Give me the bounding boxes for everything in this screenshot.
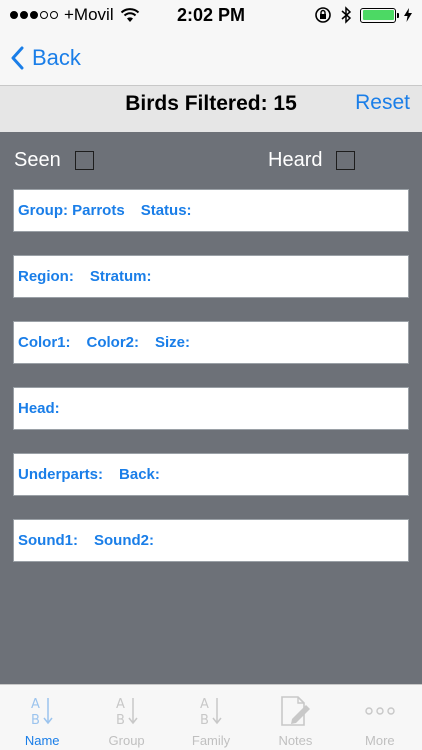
tab-family[interactable]: A B Family (169, 685, 253, 750)
sort-ab-icon: A B (116, 697, 138, 728)
more-dots-icon (365, 707, 395, 715)
tab-name[interactable]: A B Name (0, 685, 84, 750)
tab-more[interactable]: More (338, 685, 422, 750)
color2-filter-button[interactable]: Color2: (87, 334, 140, 351)
group-filter-button[interactable]: Group: Parrots (18, 202, 125, 219)
filter-header: Birds Filtered: 15 Reset (0, 86, 422, 132)
back-button[interactable]: Back (10, 40, 81, 76)
tab-bar: A B Name A B Group A B Family Notes More (0, 684, 422, 750)
color1-filter-button[interactable]: Color1: (18, 334, 71, 351)
svg-text:A: A (200, 697, 209, 712)
sort-ab-icon: A B (200, 697, 222, 728)
carrier-name: +Movil (64, 5, 114, 24)
wifi-icon (120, 7, 139, 22)
tab-group[interactable]: A B Group (84, 685, 168, 750)
filter-row-group-status: Group: Parrots Status: (13, 189, 409, 232)
seen-toggle: Seen (14, 146, 94, 174)
seen-label: Seen (14, 148, 61, 171)
signal-strength-icon (10, 11, 58, 19)
filter-row-underparts-back: Underparts: Back: (13, 453, 409, 496)
tab-notes[interactable]: Notes (253, 685, 337, 750)
charging-bolt-icon (404, 8, 412, 22)
head-filter-button[interactable]: Head: (18, 400, 60, 417)
battery-icon (360, 7, 399, 23)
notes-pencil-icon (281, 696, 311, 726)
status-left: +Movil (10, 5, 140, 25)
heard-label: Heard (268, 148, 323, 171)
svg-text:A: A (31, 697, 40, 712)
back-label: Back (32, 45, 81, 70)
svg-text:B: B (200, 713, 209, 728)
underparts-filter-button[interactable]: Underparts: (18, 466, 103, 483)
seen-checkbox[interactable] (74, 150, 94, 170)
filter-row-color-size: Color1: Color2: Size: (13, 321, 409, 364)
tab-label-more: More (365, 733, 395, 748)
svg-text:B: B (31, 713, 40, 728)
status-filter-button[interactable]: Status: (141, 202, 192, 219)
region-filter-button[interactable]: Region: (18, 268, 74, 285)
stratum-filter-button[interactable]: Stratum: (90, 268, 152, 285)
svg-text:A: A (116, 697, 125, 712)
tab-label-name: Name (24, 733, 60, 748)
status-bar: +Movil 2:02 PM (0, 0, 422, 30)
navigation-bar: Back (0, 30, 422, 86)
tab-label-notes: Notes (278, 733, 313, 748)
tab-label-family: Family (191, 733, 231, 748)
chevron-left-icon (11, 46, 24, 70)
filter-row-region-stratum: Region: Stratum: (13, 255, 409, 298)
rotation-lock-icon (315, 7, 331, 23)
sound1-filter-button[interactable]: Sound1: (18, 532, 78, 549)
heard-checkbox[interactable] (336, 150, 356, 170)
filter-row-sound: Sound1: Sound2: (13, 519, 409, 562)
size-filter-button[interactable]: Size: (155, 334, 190, 351)
sort-ab-icon: A B (31, 697, 53, 728)
tab-label-group: Group (108, 733, 145, 748)
reset-button[interactable]: Reset (355, 91, 410, 115)
back-filter-button[interactable]: Back: (119, 466, 160, 483)
filter-row-head: Head: (13, 387, 409, 430)
sound2-filter-button[interactable]: Sound2: (94, 532, 154, 549)
bluetooth-icon (341, 6, 352, 24)
heard-toggle: Heard (268, 146, 356, 174)
svg-text:B: B (116, 713, 125, 728)
status-right (314, 6, 412, 24)
